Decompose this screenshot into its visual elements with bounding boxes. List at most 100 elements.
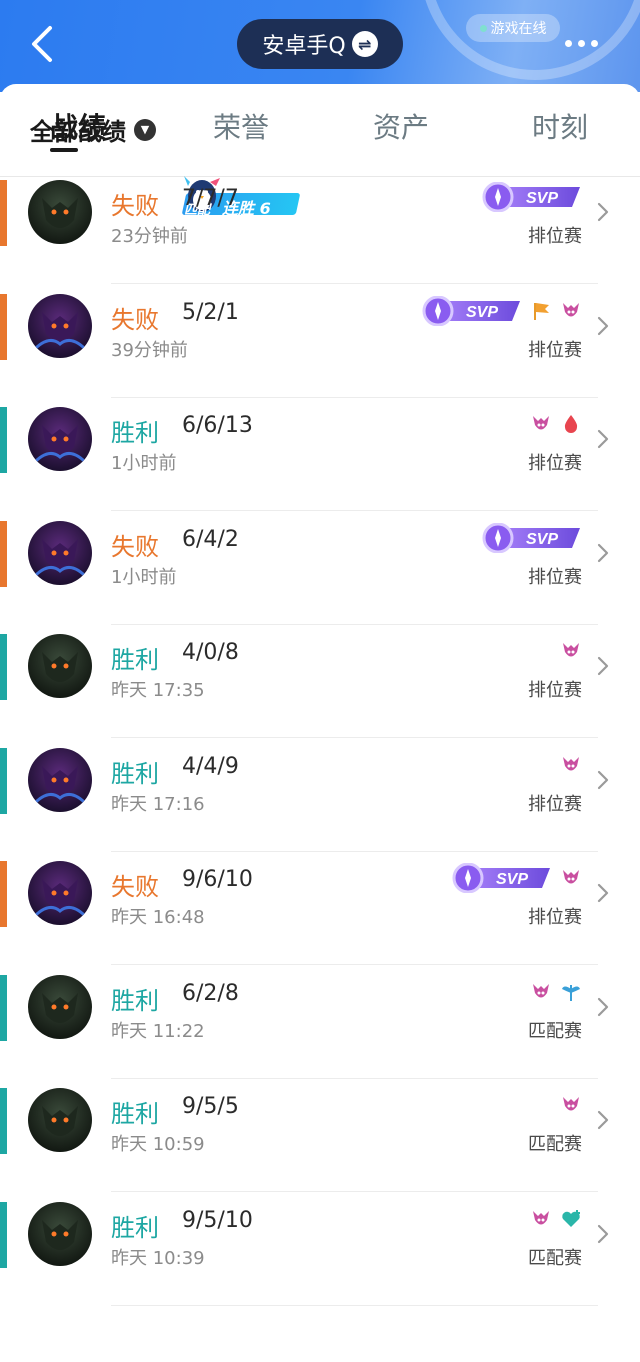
match-badges [560,636,582,666]
hero-avatar [28,634,92,698]
match-badges: SVP [482,522,582,553]
match-time: 1小时前 [111,566,177,588]
hero-avatar-image [28,861,92,925]
match-mode: 排位赛 [528,339,582,361]
match-mode: 排位赛 [528,793,582,815]
svp-badge: SVP [452,863,550,893]
result-strip [0,1088,7,1154]
match-result: 失败 [111,192,159,220]
more-dot-icon [590,39,598,47]
match-row[interactable]: 胜利 9/5/10 昨天 10:39 匹配赛 [0,1192,640,1306]
match-badges [560,750,582,780]
match-row[interactable]: 胜利 9/5/5 昨天 10:59 匹配赛 [0,1078,640,1192]
hero-avatar-image [28,520,92,585]
match-time: 昨天 17:16 [111,793,205,815]
match-row[interactable]: 失败 5/2/1 39分钟前 SVP 排位赛 [0,284,640,398]
result-strip [0,634,7,700]
match-result: 胜利 [111,419,159,447]
match-kda: 7/7/7 [182,186,239,211]
match-row[interactable]: 失败 6/4/2 1小时前 SVP 排位赛 [0,511,640,625]
account-name: 安卓手Q [262,34,346,59]
match-result: 胜利 [111,759,159,788]
demon-icon [533,416,549,430]
filter-label: 全部战绩 [30,118,126,146]
demon-icon [533,1210,549,1224]
demon-icon [533,983,549,997]
match-row[interactable]: 失败 9/6/10 昨天 16:48 SVP 排位赛 [0,851,640,965]
hero-avatar [28,407,92,471]
match-row[interactable]: 胜利 4/4/9 昨天 17:16 排位赛 [0,738,640,852]
match-time: 23分钟前 [111,226,188,247]
svp-badge: SVP [482,522,580,553]
tab-moments[interactable]: 时刻 [532,106,588,146]
match-mode: 排位赛 [528,680,582,701]
hero-avatar [28,293,92,358]
flag-icon [534,302,549,320]
hero-avatar-image [28,407,92,471]
svg-text:SVP: SVP [526,531,558,548]
demon-icon [563,643,579,657]
swap-icon: ⇌ [351,31,378,57]
match-kda: 4/0/8 [182,640,239,665]
tab-honors[interactable]: 荣誉 [213,106,269,146]
chevron-right-icon [597,656,609,676]
hero-avatar [28,520,92,585]
match-badges [530,977,582,1007]
match-mode: 排位赛 [528,453,582,474]
demon-icon [563,870,579,884]
tab-assets[interactable]: 资产 [373,106,429,146]
result-strip [0,407,7,473]
hero-avatar [28,747,92,812]
online-status-badge: 游戏在线 [466,14,560,42]
match-row[interactable]: 胜利 6/2/8 昨天 11:22 匹配赛 [0,965,640,1079]
result-strip [0,1201,7,1268]
hero-avatar [28,180,92,244]
match-row[interactable]: 失败 7/7/7 23分钟前 SVP 排位赛 [0,170,640,284]
match-kda: 9/5/10 [182,1207,253,1233]
back-button[interactable] [24,24,60,64]
match-result: 胜利 [111,986,159,1015]
svg-text:SVP: SVP [526,190,558,207]
match-kda: 6/2/8 [182,980,239,1006]
match-row[interactable]: 胜利 6/6/13 1小时前 排位赛 [0,397,640,511]
match-mode: 排位赛 [528,907,582,928]
account-switcher[interactable]: 安卓手Q ⇌ [237,19,403,69]
match-badges [530,409,582,439]
records-filter-dropdown[interactable]: 全部战绩 ▼ [30,112,156,147]
hero-avatar [28,1088,92,1152]
chevron-left-icon [32,26,52,62]
hero-avatar-image [28,1201,92,1266]
chevron-right-icon [597,1224,609,1243]
more-dot-icon [577,39,585,47]
result-strip [0,293,7,360]
hero-avatar-image [28,180,92,244]
hero-avatar-image [28,747,92,812]
blood-drop-icon [564,415,578,433]
wings-icon [562,984,580,1001]
heart-plus-icon [562,1209,580,1227]
chevron-right-icon [597,202,609,222]
match-kda: 6/6/13 [182,413,253,438]
svp-badge: SVP [482,182,580,212]
match-mode: 排位赛 [528,226,582,247]
active-tab-indicator [50,148,78,152]
hero-avatar [28,1201,92,1266]
match-mode: 匹配赛 [528,1134,582,1155]
match-badges: SVP [482,182,582,212]
more-button[interactable] [556,26,606,60]
hero-avatar-image [28,974,92,1039]
match-kda: 4/4/9 [182,753,239,779]
match-time: 昨天 17:35 [111,680,205,701]
top-header: 安卓手Q ⇌ 游戏在线 [0,0,640,92]
online-dot-icon [479,24,487,32]
row-divider [111,1304,598,1306]
match-time: 昨天 10:59 [111,1134,205,1155]
match-kda: 9/6/10 [182,867,253,892]
chevron-right-icon [597,997,609,1016]
match-row[interactable]: 胜利 4/0/8 昨天 17:35 排位赛 [0,624,640,738]
hero-avatar-image [28,293,92,358]
match-result: 失败 [111,305,159,334]
match-badges [530,1204,582,1234]
match-badges: SVP [452,863,582,893]
match-kda: 6/4/2 [182,526,239,552]
